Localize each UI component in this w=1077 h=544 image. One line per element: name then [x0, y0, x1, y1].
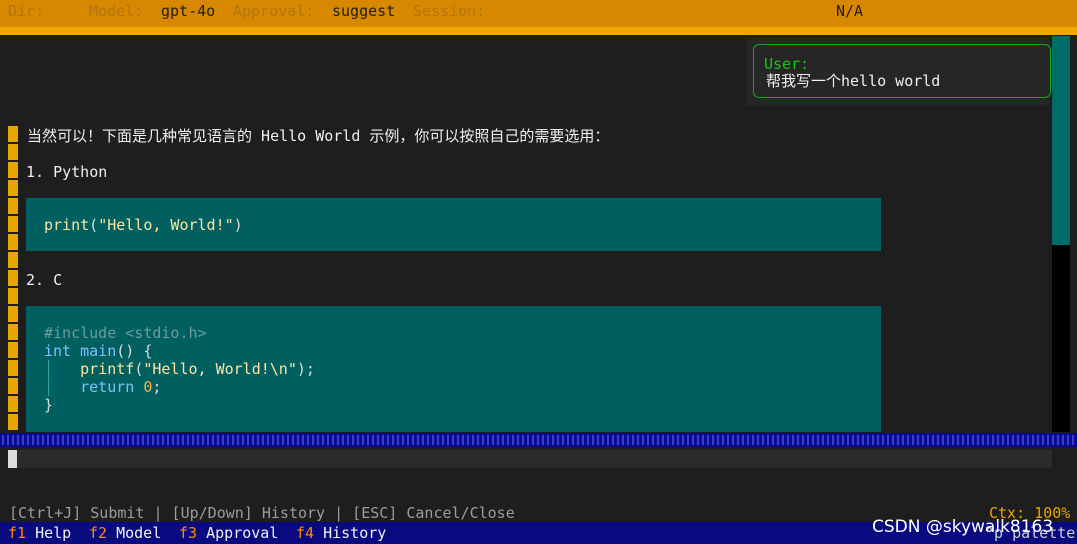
f2-model-button[interactable]: f2 Model: [89, 524, 161, 542]
model-label: Model:: [89, 2, 144, 20]
session-label: Session:: [413, 2, 486, 20]
c-code-line: #include <stdio.h>: [44, 324, 207, 342]
user-message-text: 帮我写一个hello world: [766, 72, 941, 90]
assistant-rail: [8, 126, 18, 432]
approval-label: Approval:: [233, 2, 315, 20]
f3-approval-button[interactable]: f3 Approval: [179, 524, 278, 542]
c-code-line: int main() {: [44, 342, 153, 360]
dir-label: Dir:: [8, 2, 45, 20]
f1-help-button[interactable]: f1 Help: [8, 524, 71, 542]
list-item-c: 2. C: [26, 271, 63, 289]
user-label: User:: [764, 55, 810, 73]
assistant-intro: 当然可以！下面是几种常见语言的 Hello World 示例，你可以按照自己的需…: [27, 127, 610, 145]
python-code-block: print("Hello, World!"): [26, 198, 881, 251]
c-code-line: │ return 0;: [44, 378, 162, 396]
code-fn: print: [44, 216, 90, 234]
chat-scrollbar-thumb[interactable]: [1052, 36, 1070, 245]
session-value: N/A: [836, 2, 864, 20]
watermark: CSDN @skywalk8163: [872, 517, 1054, 537]
status-bar: Dir: Model: gpt-4o Approval: suggest Ses…: [0, 0, 1077, 27]
text-cursor: [8, 450, 17, 468]
list-item-python: 1. Python: [26, 163, 108, 181]
c-code-line: }: [44, 396, 54, 414]
f4-history-button[interactable]: f4 History: [296, 524, 386, 542]
status-bar-underline: [0, 27, 1077, 35]
prompt-input[interactable]: [8, 450, 1052, 468]
keyboard-hints: [Ctrl+J] Submit | [Up/Down] History | [E…: [9, 504, 515, 522]
python-code-line: print("Hello, World!"): [44, 216, 243, 234]
pane-divider[interactable]: [0, 433, 1077, 447]
approval-value[interactable]: suggest: [332, 1, 395, 21]
assistant-message: 当然可以！下面是几种常见语言的 Hello World 示例，你可以按照自己的需…: [18, 126, 881, 432]
c-code-block: #include <stdio.h> int main() { │ printf…: [26, 306, 881, 432]
model-value[interactable]: gpt-4o: [161, 1, 215, 21]
c-code-line: │ printf("Hello, World!\n");: [44, 360, 315, 378]
